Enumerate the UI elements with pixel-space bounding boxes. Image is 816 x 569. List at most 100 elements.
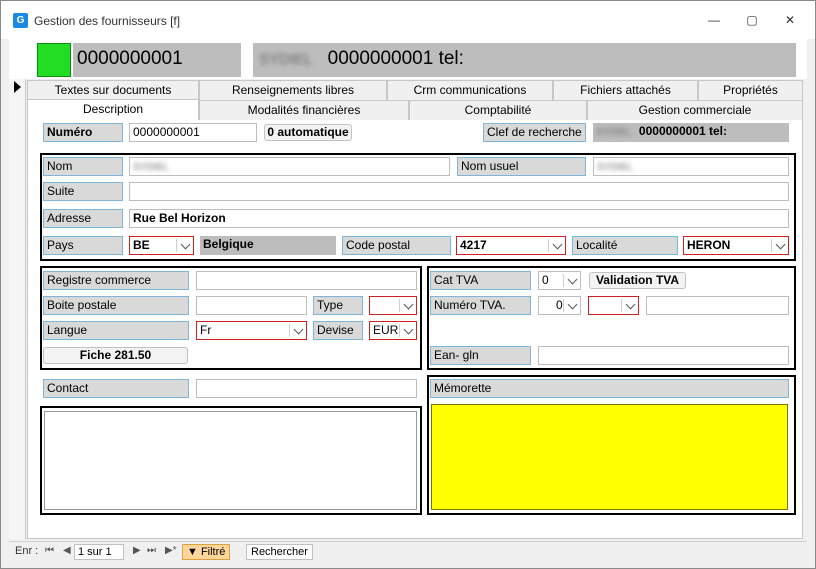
localite-value: HERON: [687, 238, 731, 252]
numero-tva-field[interactable]: [646, 296, 789, 315]
header-summary-code: 0000000001 tel:: [327, 48, 464, 69]
devise-select[interactable]: EUR: [369, 321, 417, 340]
current-record-arrow-icon: [14, 81, 21, 93]
record-navigation-bar: Enr : ⏮ ◀ 1 sur 1 ▶ ⏭ ▶* ▼ Filtré Recher…: [9, 541, 807, 561]
chevron-down-icon: [568, 276, 578, 286]
suite-label: Suite: [43, 182, 123, 201]
type-select[interactable]: [369, 296, 417, 315]
localite-select[interactable]: HERON: [683, 236, 789, 255]
chevron-down-icon: [776, 241, 786, 251]
numero-label: Numéro: [43, 123, 123, 142]
adresse-label: Adresse: [43, 209, 123, 228]
tab-gestion-commerciale[interactable]: Gestion commerciale: [587, 100, 803, 120]
last-record-icon[interactable]: ⏭: [147, 545, 156, 556]
chevron-down-icon: [568, 301, 578, 311]
contact-list[interactable]: [44, 411, 417, 510]
app-icon: G: [13, 13, 28, 28]
header-summary-name: SYDIEL: [259, 51, 313, 68]
localite-label: Localité: [572, 236, 678, 255]
chevron-down-icon: [553, 241, 563, 251]
memorette-textarea[interactable]: [431, 404, 788, 510]
numero-tva-country-select[interactable]: [588, 296, 639, 315]
memorette-label: Mémorette: [430, 379, 789, 398]
contact-field[interactable]: [196, 379, 417, 398]
chevron-down-icon: [404, 326, 414, 336]
clef-recherche-name: SYDIEL: [596, 127, 632, 138]
enr-label: Enr :: [15, 545, 39, 557]
close-button[interactable]: ✕: [777, 9, 803, 31]
pays-value: BE: [133, 238, 150, 252]
new-record-icon[interactable]: ▶*: [165, 545, 177, 556]
numero-field[interactable]: 0000000001: [129, 123, 257, 142]
type-label: Type: [313, 296, 363, 315]
clef-recherche-code: 0000000001 tel:: [638, 124, 727, 138]
boite-postale-field[interactable]: [196, 296, 307, 315]
chevron-down-icon: [181, 241, 191, 251]
nom-usuel-field[interactable]: SYDIEL: [593, 157, 789, 176]
auto-number-button[interactable]: 0 automatique: [264, 124, 352, 141]
numero-tva-label: Numéro TVA.: [430, 296, 531, 315]
suite-field[interactable]: [129, 182, 789, 201]
ean-gln-label: Ean- gln: [430, 346, 531, 365]
chevron-down-icon: [404, 301, 414, 311]
window-title: Gestion des fournisseurs [f]: [34, 14, 181, 28]
minimize-button[interactable]: —: [701, 9, 727, 31]
numero-tva-select[interactable]: 0: [538, 296, 581, 315]
nom-field[interactable]: SYDIEL: [129, 157, 450, 176]
validation-tva-button[interactable]: Validation TVA: [589, 272, 686, 289]
numero-tva-value: 0: [556, 298, 563, 312]
langue-select[interactable]: Fr: [196, 321, 307, 340]
tab-description[interactable]: Description: [27, 99, 199, 120]
previous-record-icon[interactable]: ◀: [63, 545, 71, 556]
header-code: 0000000001: [73, 43, 241, 77]
filter-label: Filtré: [200, 546, 226, 558]
chevron-down-icon: [626, 301, 636, 311]
code-postal-label: Code postal: [342, 236, 451, 255]
nom-value: SYDIEL: [133, 162, 169, 173]
record-position-field[interactable]: 1 sur 1: [74, 544, 124, 560]
funnel-icon: ▼: [187, 546, 198, 558]
tab-textes-sur-documents[interactable]: Textes sur documents: [27, 80, 199, 100]
nom-label: Nom: [43, 157, 123, 176]
first-record-icon[interactable]: ⏮: [45, 545, 54, 556]
title-bar: G Gestion des fournisseurs [f] — ▢ ✕: [1, 1, 815, 39]
tab-fichiers-attaches[interactable]: Fichiers attachés: [553, 80, 698, 100]
tab-proprietes[interactable]: Propriétés: [698, 80, 803, 100]
pays-select[interactable]: BE: [129, 236, 194, 255]
ean-gln-field[interactable]: [538, 346, 789, 365]
boite-postale-label: Boite postale: [43, 296, 189, 315]
chevron-down-icon: [294, 326, 304, 336]
tab-crm-communications[interactable]: Crm communications: [387, 80, 553, 100]
devise-label: Devise: [313, 321, 363, 340]
restore-button[interactable]: ▢: [739, 9, 765, 31]
next-record-icon[interactable]: ▶: [133, 545, 141, 556]
fiche-28150-button[interactable]: Fiche 281.50: [43, 347, 188, 364]
nom-usuel-value: SYDIEL: [597, 162, 633, 173]
code-postal-value: 4217: [460, 238, 487, 252]
code-postal-select[interactable]: 4217: [456, 236, 566, 255]
header-summary: SYDIEL 0000000001 tel:: [253, 43, 796, 77]
tab-comptabilite[interactable]: Comptabilité: [409, 100, 587, 120]
application-window: G Gestion des fournisseurs [f] — ▢ ✕ 000…: [0, 0, 816, 569]
registre-commerce-field[interactable]: [196, 271, 417, 290]
registre-commerce-label: Registre commerce: [43, 271, 189, 290]
cat-tva-label: Cat TVA: [430, 271, 531, 290]
pays-name: Belgique: [200, 236, 336, 255]
contact-label: Contact: [43, 379, 189, 398]
devise-value: EUR: [373, 323, 399, 337]
clef-recherche-label: Clef de recherche: [483, 123, 586, 142]
status-indicator: [37, 43, 71, 77]
cat-tva-value: 0: [542, 273, 549, 287]
tab-modalites-financieres[interactable]: Modalités financières: [199, 100, 409, 120]
record-selector[interactable]: [9, 79, 26, 539]
langue-label: Langue: [43, 321, 189, 340]
langue-value: Fr: [200, 323, 212, 337]
adresse-field[interactable]: Rue Bel Horizon: [129, 209, 789, 228]
pays-label: Pays: [43, 236, 123, 255]
search-button[interactable]: Rechercher: [246, 544, 313, 560]
cat-tva-select[interactable]: 0: [538, 271, 581, 290]
nom-usuel-label: Nom usuel: [457, 157, 586, 176]
filter-button[interactable]: ▼ Filtré: [182, 544, 231, 560]
clef-recherche-value: SYDIEL 0000000001 tel:: [593, 123, 789, 142]
tab-renseignements-libres[interactable]: Renseignements libres: [199, 80, 387, 100]
